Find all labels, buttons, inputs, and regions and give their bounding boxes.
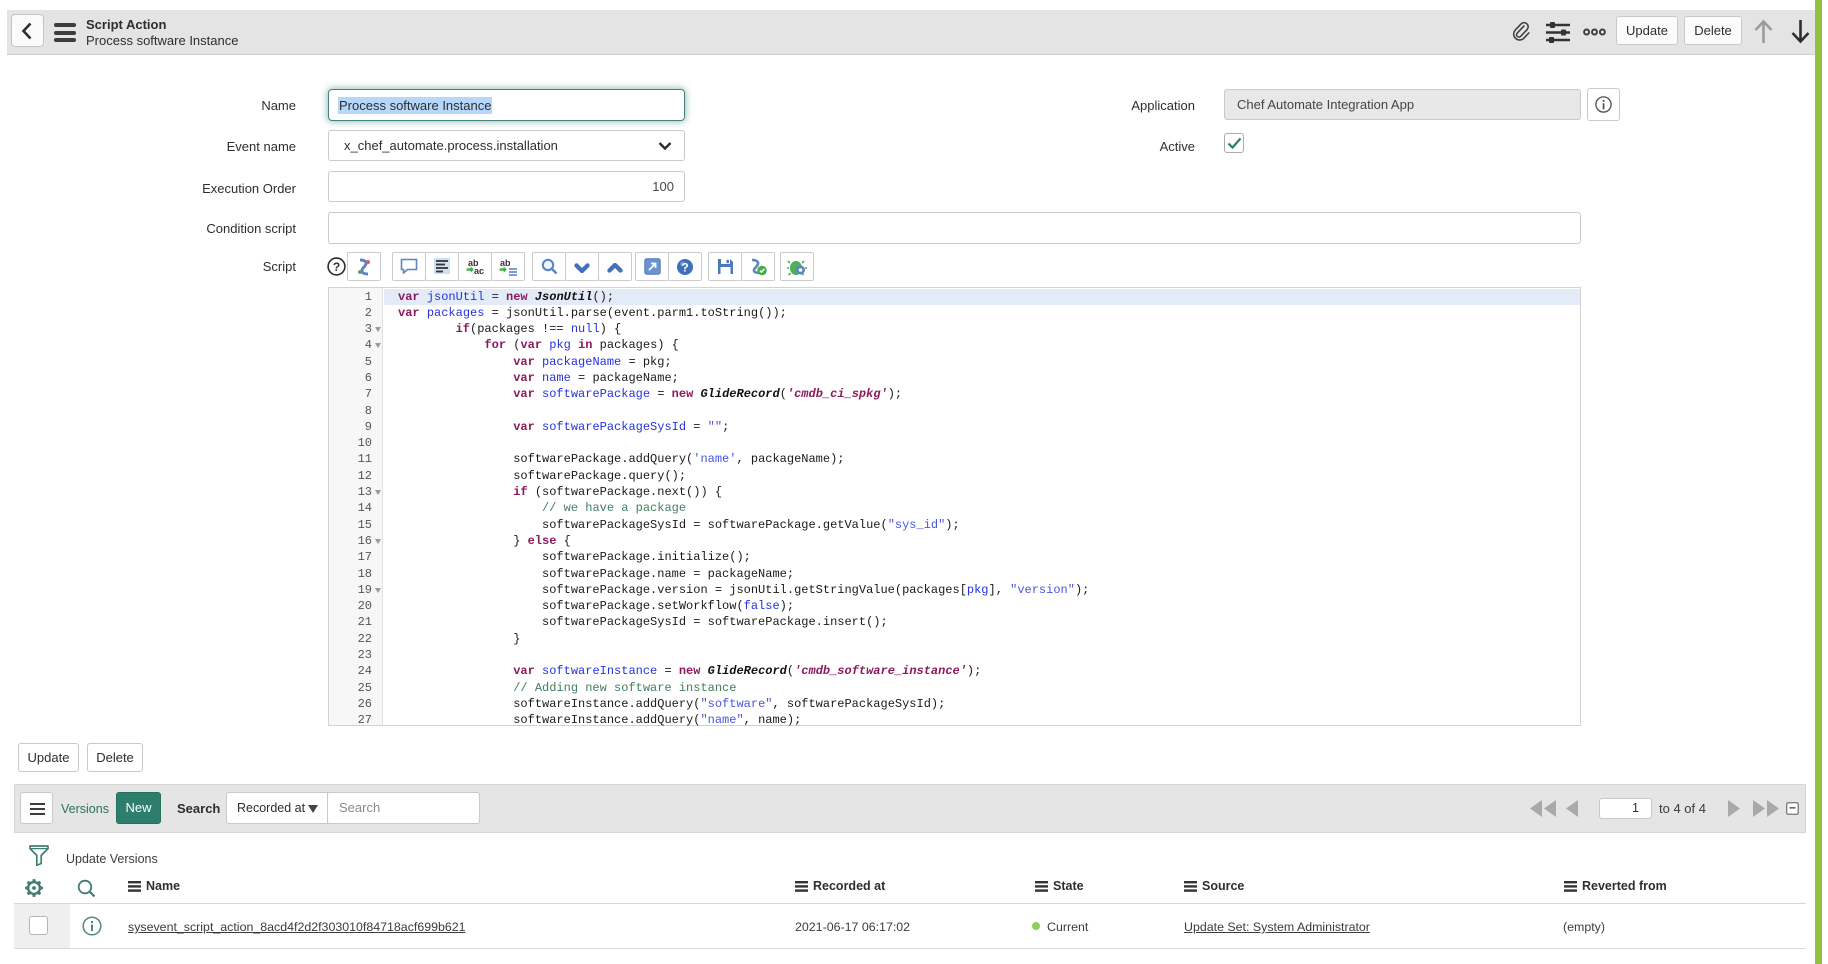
svg-text:ac: ac xyxy=(474,266,484,276)
svg-text:?: ? xyxy=(681,261,688,275)
svg-text:?: ? xyxy=(333,260,340,274)
svg-text:ab: ab xyxy=(500,258,511,268)
